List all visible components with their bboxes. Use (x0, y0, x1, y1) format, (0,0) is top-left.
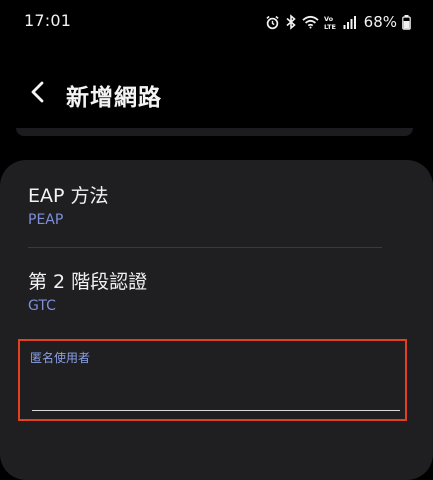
status-bar: 17:01 Vo LTE 68% (0, 0, 433, 44)
phase2-auth-setting[interactable]: 第 2 階段認證 GTC (28, 267, 388, 314)
eap-method-setting[interactable]: EAP 方法 PEAP (28, 181, 388, 228)
status-time: 17:01 (24, 11, 72, 30)
page-title: 新增網路 (66, 85, 162, 111)
battery-icon (402, 14, 411, 30)
app-header: 新增網路 (0, 68, 433, 124)
alarm-icon (265, 15, 280, 30)
status-icons: Vo LTE 68% (265, 12, 411, 32)
battery-percent: 68% (363, 13, 397, 31)
anonymous-identity-input[interactable] (32, 367, 400, 411)
phase2-auth-value: GTC (28, 298, 56, 314)
svg-text:Vo: Vo (324, 15, 334, 23)
previous-card-edge (16, 128, 413, 136)
anonymous-identity-label: 匿名使用者 (30, 351, 91, 365)
back-button[interactable] (22, 78, 54, 110)
signal-icon (343, 15, 357, 29)
phase2-auth-label: 第 2 階段認證 (28, 271, 148, 293)
volte-icon: Vo LTE (324, 14, 338, 30)
eap-method-value: PEAP (28, 212, 64, 228)
wifi-icon (302, 15, 319, 29)
chevron-left-icon (29, 81, 47, 107)
bluetooth-icon (285, 14, 297, 30)
eap-method-label: EAP 方法 (28, 185, 109, 207)
svg-text:LTE: LTE (324, 23, 336, 30)
anonymous-identity-field: 匿名使用者 (18, 339, 407, 421)
divider (28, 247, 382, 248)
